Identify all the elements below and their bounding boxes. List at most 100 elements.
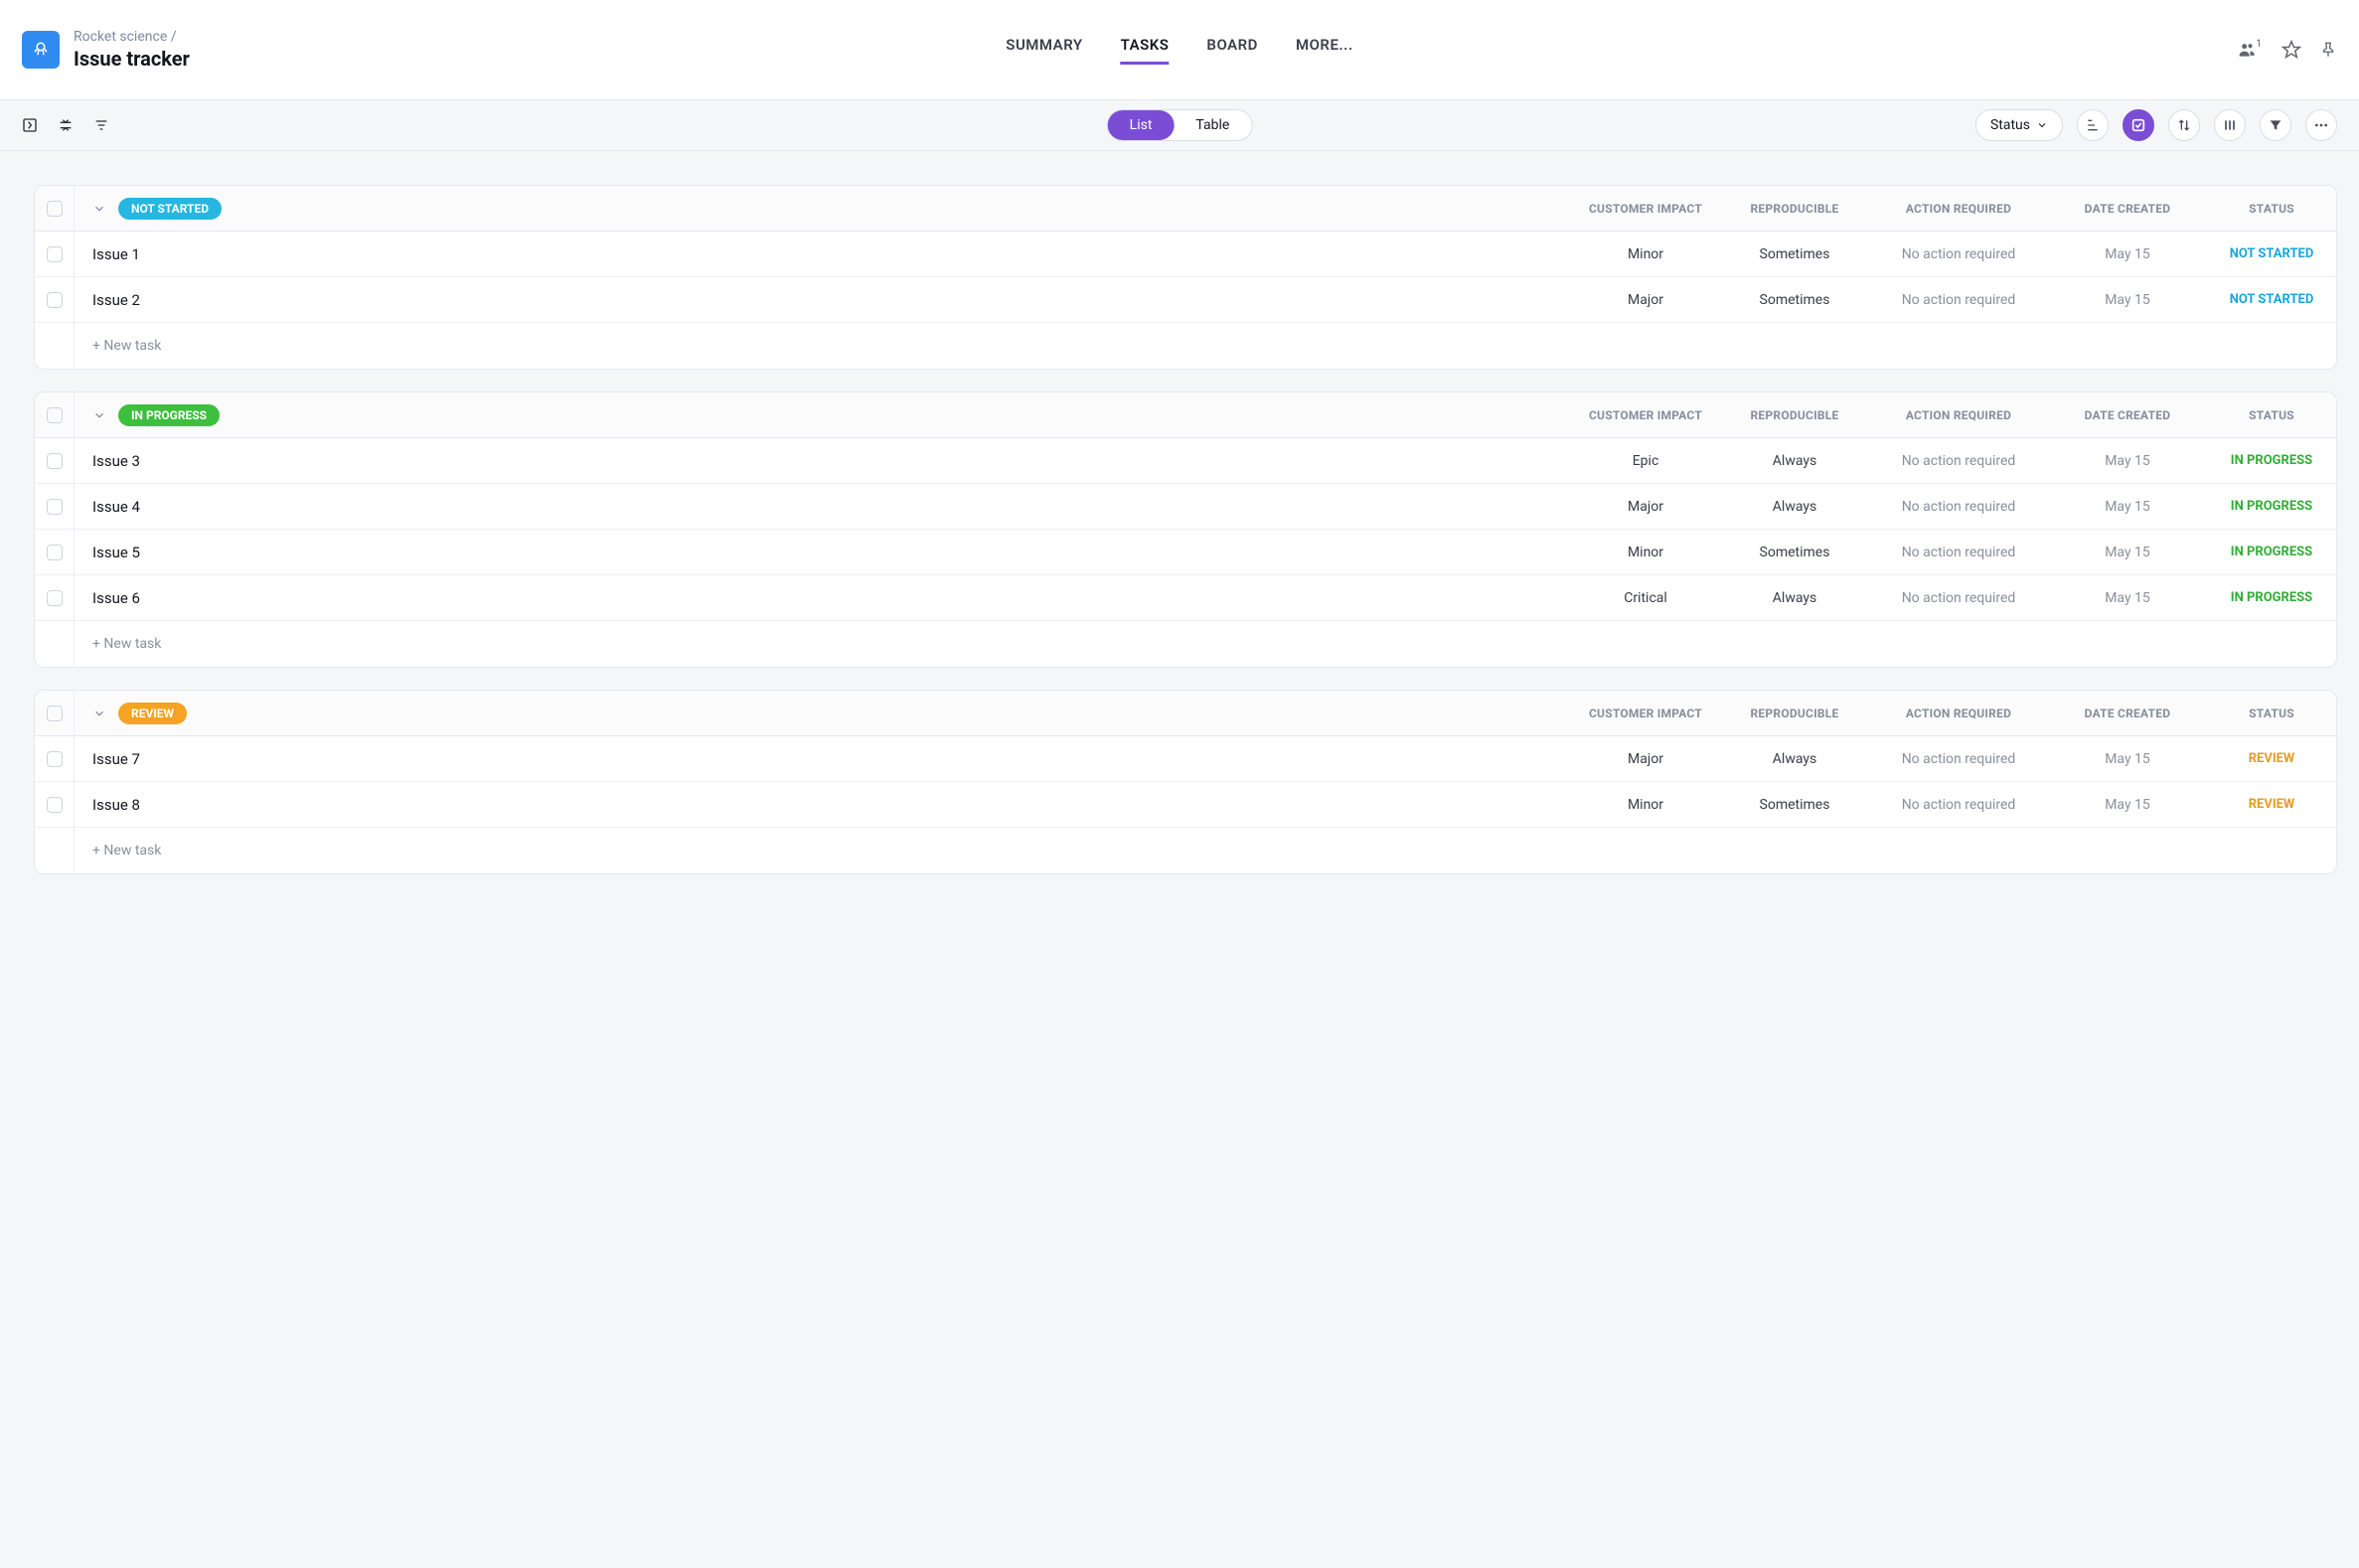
chevron-down-icon[interactable] [92,202,106,216]
row-checkbox[interactable] [47,590,63,606]
column-header[interactable]: STATUS [2207,706,2336,720]
task-name[interactable]: Issue 6 [75,589,1571,607]
cell-reproducible[interactable]: Always [1720,453,1869,469]
collapse-groups-icon[interactable] [58,117,74,133]
group-tag[interactable]: IN PROGRESS [118,404,220,426]
cell-impact[interactable]: Major [1571,292,1720,308]
cell-status[interactable]: REVIEW [2207,751,2336,766]
cell-status[interactable]: NOT STARTED [2207,246,2336,261]
cell-action[interactable]: No action required [1869,499,2048,515]
cell-date[interactable]: May 15 [2048,246,2207,262]
task-row[interactable]: Issue 6CriticalAlwaysNo action requiredM… [35,575,2336,621]
cell-date[interactable]: May 15 [2048,499,2207,515]
cell-impact[interactable]: Minor [1571,797,1720,813]
cell-date[interactable]: May 15 [2048,797,2207,813]
cell-date[interactable]: May 15 [2048,545,2207,560]
nav-tab-summary[interactable]: SUMMARY [1006,36,1082,65]
cell-reproducible[interactable]: Sometimes [1720,797,1869,813]
column-header[interactable]: DATE CREATED [2048,408,2207,422]
select-all-checkbox[interactable] [47,407,63,423]
view-toggle-list[interactable]: List [1108,110,1175,140]
show-completed-icon[interactable] [2123,109,2154,141]
cell-impact[interactable]: Minor [1571,246,1720,262]
task-row[interactable]: Issue 5MinorSometimesNo action requiredM… [35,530,2336,575]
column-header[interactable]: CUSTOMER IMPACT [1571,408,1720,422]
more-icon[interactable] [2305,109,2337,141]
new-task-button[interactable]: + New task [75,621,2336,667]
select-all-checkbox[interactable] [47,706,63,721]
row-checkbox[interactable] [47,545,63,560]
row-checkbox[interactable] [47,246,63,262]
select-all-checkbox[interactable] [47,201,63,217]
cell-status[interactable]: IN PROGRESS [2207,499,2336,514]
task-row[interactable]: Issue 4MajorAlwaysNo action requiredMay … [35,484,2336,530]
task-name[interactable]: Issue 5 [75,544,1571,561]
filter-lines-icon[interactable] [93,117,109,133]
cell-action[interactable]: No action required [1869,751,2048,767]
task-name[interactable]: Issue 1 [75,245,1571,263]
row-checkbox[interactable] [47,453,63,469]
cell-reproducible[interactable]: Always [1720,751,1869,767]
hierarchy-icon[interactable] [2077,109,2109,141]
cell-impact[interactable]: Major [1571,751,1720,767]
column-header[interactable]: STATUS [2207,202,2336,216]
cell-reproducible[interactable]: Sometimes [1720,545,1869,560]
cell-date[interactable]: May 15 [2048,453,2207,469]
cell-status[interactable]: REVIEW [2207,797,2336,812]
cell-impact[interactable]: Major [1571,499,1720,515]
task-name[interactable]: Issue 8 [75,796,1571,814]
cell-impact[interactable]: Critical [1571,590,1720,606]
cell-action[interactable]: No action required [1869,590,2048,606]
chevron-down-icon[interactable] [92,706,106,720]
column-header[interactable]: ACTION REQUIRED [1869,202,2048,216]
cell-action[interactable]: No action required [1869,246,2048,262]
breadcrumb-parent[interactable]: Rocket science / [74,28,190,46]
columns-icon[interactable] [2214,109,2246,141]
column-header[interactable]: REPRODUCIBLE [1720,408,1869,422]
new-task-button[interactable]: + New task [75,828,2336,873]
sort-icon[interactable] [2168,109,2200,141]
cell-date[interactable]: May 15 [2048,590,2207,606]
cell-date[interactable]: May 15 [2048,751,2207,767]
cell-reproducible[interactable]: Always [1720,590,1869,606]
column-header[interactable]: DATE CREATED [2048,706,2207,720]
column-header[interactable]: CUSTOMER IMPACT [1571,706,1720,720]
cell-impact[interactable]: Minor [1571,545,1720,560]
nav-tab-board[interactable]: BOARD [1206,36,1258,65]
chevron-down-icon[interactable] [92,408,106,422]
task-row[interactable]: Issue 7MajorAlwaysNo action requiredMay … [35,736,2336,782]
cell-action[interactable]: No action required [1869,545,2048,560]
task-name[interactable]: Issue 4 [75,498,1571,516]
cell-reproducible[interactable]: Sometimes [1720,246,1869,262]
members-icon[interactable]: 1 [2238,40,2264,60]
group-tag[interactable]: REVIEW [118,703,187,724]
column-header[interactable]: REPRODUCIBLE [1720,202,1869,216]
cell-impact[interactable]: Epic [1571,453,1720,469]
group-tag[interactable]: NOT STARTED [118,198,222,220]
task-name[interactable]: Issue 2 [75,291,1571,309]
cell-action[interactable]: No action required [1869,292,2048,308]
nav-tab-tasks[interactable]: TASKS [1121,36,1170,65]
task-row[interactable]: Issue 8MinorSometimesNo action requiredM… [35,782,2336,828]
column-header[interactable]: DATE CREATED [2048,202,2207,216]
cell-status[interactable]: NOT STARTED [2207,292,2336,307]
cell-date[interactable]: May 15 [2048,292,2207,308]
cell-status[interactable]: IN PROGRESS [2207,590,2336,605]
task-name[interactable]: Issue 3 [75,452,1571,470]
new-task-button[interactable]: + New task [75,323,2336,369]
row-checkbox[interactable] [47,797,63,813]
row-checkbox[interactable] [47,499,63,515]
view-toggle-table[interactable]: Table [1174,110,1251,140]
task-row[interactable]: Issue 1MinorSometimesNo action requiredM… [35,232,2336,277]
cell-action[interactable]: No action required [1869,453,2048,469]
status-filter[interactable]: Status [1975,109,2063,141]
cell-reproducible[interactable]: Sometimes [1720,292,1869,308]
column-header[interactable]: STATUS [2207,408,2336,422]
task-row[interactable]: Issue 2MajorSometimesNo action requiredM… [35,277,2336,323]
pin-icon[interactable] [2319,41,2337,59]
star-icon[interactable] [2281,40,2301,60]
column-header[interactable]: ACTION REQUIRED [1869,706,2048,720]
funnel-filter-icon[interactable] [2260,109,2291,141]
row-checkbox[interactable] [47,292,63,308]
column-header[interactable]: REPRODUCIBLE [1720,706,1869,720]
